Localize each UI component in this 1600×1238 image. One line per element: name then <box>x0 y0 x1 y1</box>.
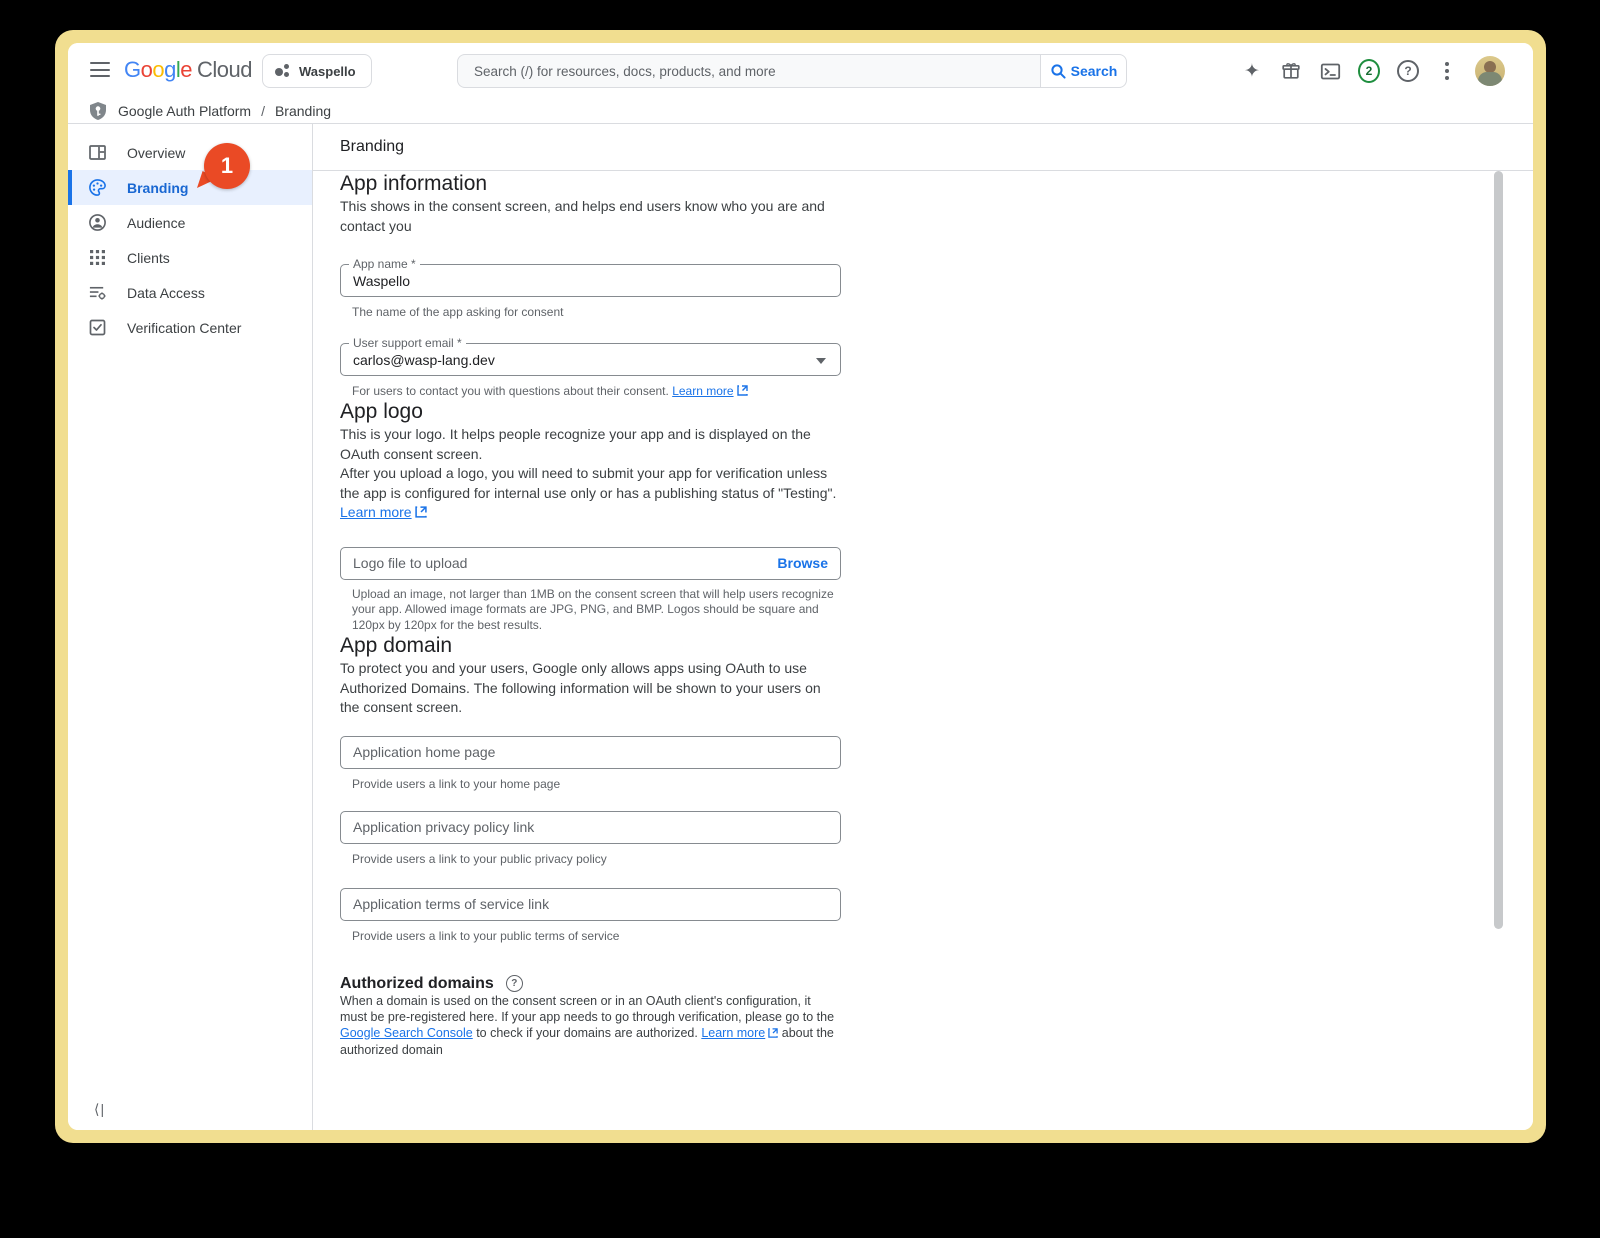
app-information-heading: App information <box>340 172 488 195</box>
window-frame: GoogleCloud Waspello Search ✦ <box>55 30 1546 1143</box>
logo-upload-field[interactable]: Logo file to upload Browse <box>340 546 841 580</box>
breadcrumb: Google Auth Platform / Branding <box>68 99 1533 124</box>
overview-icon <box>89 145 106 160</box>
help-icon[interactable]: ? <box>505 975 523 992</box>
sidebar-item-label: Verification Center <box>127 319 242 336</box>
kebab-icon <box>1445 62 1449 80</box>
hamburger-menu-icon[interactable] <box>90 62 110 78</box>
app-domain-description: To protect you and your users, Google on… <box>340 660 821 715</box>
breadcrumb-current: Branding <box>274 103 332 119</box>
clients-grid-icon <box>90 250 105 265</box>
application-privacy-policy-helper: Provide users a link to your public priv… <box>352 851 607 866</box>
app-logo-heading: App logo <box>340 400 423 423</box>
sidebar-item-data-access[interactable]: Data Access <box>68 275 312 310</box>
breadcrumb-root[interactable]: Google Auth Platform <box>118 103 251 119</box>
app-logo-description-1: This is your logo. It helps people recog… <box>340 426 811 462</box>
app-logo-learn-more: Learn more <box>340 503 841 524</box>
help-button[interactable]: ? <box>1397 60 1419 82</box>
search-button[interactable]: Search <box>1040 54 1127 88</box>
cloud-shell-icon[interactable] <box>1319 60 1341 82</box>
verification-checkbox-icon <box>89 319 106 336</box>
app-name-field[interactable]: App name * Waspello <box>340 257 841 297</box>
gift-icon-svg <box>1282 63 1300 79</box>
authorized-domains-description: When a domain is used on the consent scr… <box>340 993 835 1057</box>
auth-platform-shield-key-icon <box>90 102 106 120</box>
application-privacy-policy-field[interactable]: Application privacy policy link <box>340 810 841 844</box>
application-home-page-field[interactable]: Application home page <box>340 735 841 769</box>
app-name-value: Waspello <box>353 272 411 289</box>
user-support-email-label: User support email * <box>349 336 466 350</box>
more-options-button[interactable] <box>1436 60 1458 82</box>
application-terms-of-service-helper: Provide users a link to your public term… <box>352 928 620 943</box>
step-1-badge: 1 <box>197 143 250 189</box>
sidebar-item-label: Clients <box>127 249 170 266</box>
vertical-scrollbar[interactable] <box>1494 171 1503 929</box>
gift-icon[interactable] <box>1280 60 1302 82</box>
notification-count-badge: 2 <box>1358 59 1380 83</box>
search-icon <box>1051 63 1066 79</box>
learn-more-link[interactable]: Learn more <box>672 384 733 398</box>
page-title: Branding <box>340 138 405 155</box>
app-logo-description-2: After you upload a logo, you will need t… <box>340 465 837 501</box>
collapse-sidebar-button[interactable]: ⟨| <box>94 1101 105 1118</box>
page-title-row: Branding <box>313 124 1533 171</box>
sidebar-item-label: Audience <box>127 214 186 231</box>
external-link-icon <box>414 504 427 524</box>
sidebar-item-overview[interactable]: Overview <box>68 135 312 170</box>
user-support-email-helper: For users to contact you with questions … <box>340 384 841 399</box>
authorized-domains-heading-row: Authorized domains ? <box>340 975 841 993</box>
google-cloud-logo[interactable]: Google Cloud <box>124 57 252 83</box>
browser-window: GoogleCloud Waspello Search ✦ <box>68 43 1533 1130</box>
user-avatar[interactable] <box>1475 56 1505 86</box>
app-domain-heading: App domain <box>340 634 453 657</box>
avatar-body <box>1478 72 1502 86</box>
sidebar-item-label: Data Access <box>127 284 205 301</box>
gemini-icon[interactable]: ✦ <box>1241 60 1263 82</box>
project-name: Waspello <box>299 63 356 79</box>
top-bar: GoogleCloud Waspello Search ✦ <box>68 43 1533 99</box>
breadcrumb-separator: / <box>261 103 265 119</box>
application-home-page-helper: Provide users a link to your home page <box>352 776 561 791</box>
user-support-email-select[interactable]: User support email * carlos@wasp-lang.de… <box>340 336 841 376</box>
notifications-button[interactable]: 2 <box>1358 59 1380 83</box>
sidebar-item-label: Overview <box>127 144 186 161</box>
chevron-down-icon <box>816 357 826 364</box>
logo-upload-helper: Upload an image, not larger than 1MB on … <box>352 586 834 632</box>
learn-more-link[interactable]: Learn more <box>701 1026 765 1040</box>
sidebar-item-label: Branding <box>127 179 189 196</box>
external-link-icon <box>736 385 748 399</box>
header-icons: ✦ 2 ? <box>1241 43 1505 99</box>
collapse-sidebar-icon: ⟨| <box>94 1101 106 1117</box>
page-content: App information This shows in the consen… <box>340 171 841 1058</box>
data-access-icon <box>89 286 106 300</box>
sidebar-item-clients[interactable]: Clients <box>68 240 312 275</box>
project-selector[interactable]: Waspello <box>262 54 372 88</box>
browse-button[interactable]: Browse <box>777 555 828 571</box>
google-search-console-link[interactable]: Google Search Console <box>340 1026 473 1040</box>
main-panel: Branding App information This shows in t… <box>313 124 1533 1130</box>
external-link-icon <box>768 1026 778 1042</box>
palette-icon <box>89 179 106 196</box>
audience-icon <box>89 214 106 231</box>
sidebar-item-branding[interactable]: Branding <box>68 170 312 205</box>
authorized-domains-heading: Authorized domains <box>340 974 494 992</box>
app-information-description: This shows in the consent screen, and he… <box>340 198 825 234</box>
learn-more-link[interactable]: Learn more <box>340 504 412 520</box>
logo-upload-placeholder: Logo file to upload <box>353 555 468 571</box>
application-terms-of-service-field[interactable]: Application terms of service link <box>340 887 841 921</box>
user-support-email-value: carlos@wasp-lang.dev <box>353 351 495 368</box>
global-search: Search <box>457 54 1127 88</box>
app-name-helper: The name of the app asking for consent <box>352 305 564 319</box>
global-search-input[interactable] <box>457 54 1040 88</box>
sidebar: Overview Branding Audience Clients Data … <box>68 124 313 1130</box>
app-name-label: App name * <box>349 257 420 271</box>
cloud-shell-icon-svg <box>1320 63 1340 79</box>
project-icon <box>275 63 290 79</box>
help-icon: ? <box>1397 60 1419 82</box>
sidebar-item-audience[interactable]: Audience <box>68 205 312 240</box>
sidebar-item-verification-center[interactable]: Verification Center <box>68 310 312 345</box>
